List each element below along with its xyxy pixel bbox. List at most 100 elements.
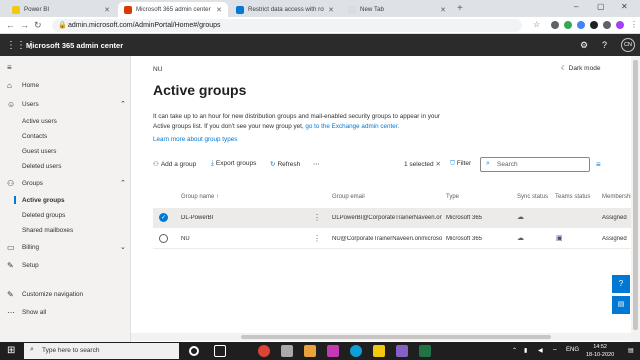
help-question-icon[interactable]: ?	[602, 40, 607, 50]
scrollbar-thumb[interactable]	[633, 60, 638, 330]
chevron-down-icon: ⌄	[120, 244, 126, 251]
download-icon: ⤓	[211, 160, 214, 167]
extension-icon[interactable]	[577, 21, 585, 29]
group-name-cell[interactable]: DL-PowerBI	[181, 215, 213, 221]
wifi-icon[interactable]: ⌔	[552, 347, 558, 355]
tab-admin-center[interactable]: Microsoft 365 admin center - Gr ✕	[118, 2, 228, 17]
vertical-scrollbar[interactable]	[631, 56, 640, 342]
tab-power-bi[interactable]: Power BI ✕	[6, 2, 116, 17]
refresh-button[interactable]: ↻ Refresh	[270, 160, 300, 168]
chrome-icon[interactable]	[258, 345, 270, 357]
settings-gear-icon[interactable]: ⚙	[580, 40, 588, 51]
sidebar-item-deleted-groups[interactable]: Deleted groups	[0, 208, 131, 222]
visual-studio-icon[interactable]	[396, 345, 408, 357]
row-select-radio[interactable]	[159, 234, 168, 243]
table-row[interactable]: NU ⋮ NU@CorporateTrainerNaveen.onmicroso…	[153, 229, 631, 249]
taskbar-search-input[interactable]: ⌕ Type here to search	[24, 343, 179, 359]
sidebar-item-setup[interactable]: ✎ Setup	[0, 258, 131, 272]
breadcrumb[interactable]: NU	[153, 66, 162, 73]
dark-mode-label: Dark mode	[568, 65, 601, 72]
sidebar-item-users[interactable]: ☺ Users ⌃	[0, 97, 131, 111]
new-tab-plus-icon[interactable]: +	[457, 3, 463, 14]
browser-menu-icon[interactable]: ⋮	[630, 20, 638, 29]
sidebar-item-label: Customize navigation	[22, 290, 84, 298]
extension-icon[interactable]	[590, 21, 598, 29]
cortana-icon[interactable]	[189, 346, 199, 356]
sidebar-item-active-users[interactable]: Active users	[0, 114, 131, 128]
column-header-type[interactable]: Type	[446, 194, 459, 200]
network-icon[interactable]: ▮	[524, 347, 527, 354]
sidebar-item-home[interactable]: ⌂ Home	[0, 78, 131, 92]
close-tab-icon[interactable]: ✕	[216, 6, 222, 14]
sidebar-item-contacts[interactable]: Contacts	[0, 129, 131, 143]
row-more-icon[interactable]: ⋮	[313, 234, 321, 243]
help-support-button[interactable]: ?	[612, 275, 630, 293]
row-more-icon[interactable]: ⋮	[313, 213, 321, 222]
page-title: Active groups	[153, 82, 247, 98]
sidebar-item-billing[interactable]: ▭ Billing ⌄	[0, 240, 131, 254]
profile-icon[interactable]	[616, 21, 624, 29]
sidebar-item-deleted-users[interactable]: Deleted users	[0, 159, 131, 173]
view-options-icon[interactable]: ≡	[596, 160, 601, 169]
volume-icon[interactable]: ◀	[538, 347, 543, 354]
tab-restrict-data[interactable]: Restrict data access with row-le ✕	[230, 2, 340, 17]
url-field[interactable]: 🔒 admin.microsoft.com/AdminPortal/Home#/…	[52, 19, 522, 32]
docs-favicon-icon	[236, 5, 244, 14]
extension-icon[interactable]	[564, 21, 572, 29]
sidebar-collapse-icon[interactable]: ≡	[0, 60, 131, 74]
paint-icon[interactable]	[304, 345, 316, 357]
puzzle-icon[interactable]	[603, 21, 611, 29]
learn-more-link[interactable]: Learn more about group types	[153, 136, 237, 143]
sidebar-item-guest-users[interactable]: Guest users	[0, 144, 131, 158]
exchange-admin-link[interactable]: go to the Exchange admin center.	[305, 123, 399, 130]
sidebar-item-active-groups[interactable]: Active groups	[0, 193, 131, 207]
excel-icon[interactable]	[419, 345, 431, 357]
clear-selection-icon[interactable]: ✕	[435, 161, 440, 168]
add-group-button[interactable]: ⚇ Add a group	[153, 160, 196, 168]
close-tab-icon[interactable]: ✕	[104, 6, 110, 14]
language-indicator[interactable]: ENG	[566, 347, 579, 353]
dark-mode-toggle[interactable]: ☾ Dark mode	[561, 64, 600, 72]
maximize-icon[interactable]: ▢	[597, 2, 605, 11]
sidebar-item-shared-mailboxes[interactable]: Shared mailboxes	[0, 223, 131, 237]
sidebar-item-customize-navigation[interactable]: ✎ Customize navigation	[0, 287, 131, 301]
close-tab-icon[interactable]: ✕	[440, 6, 446, 14]
filter-button[interactable]: ⛉ Filter	[450, 160, 471, 168]
table-row[interactable]: ✓ DL-PowerBI ⋮ DLPowerBI@CorporateTraine…	[153, 208, 631, 228]
forward-arrow-icon[interactable]: →	[20, 20, 29, 30]
store-icon[interactable]	[281, 345, 293, 357]
column-header-group-email[interactable]: Group email	[332, 194, 365, 200]
app-header: ⋮⋮⋮ Microsoft 365 admin center ⚙ ? CN	[0, 34, 640, 56]
column-header-sync-status[interactable]: Sync status	[517, 194, 548, 200]
reload-icon[interactable]: ↻	[34, 20, 42, 31]
app-icon[interactable]	[327, 345, 339, 357]
bookmark-star-icon[interactable]: ☆	[533, 20, 540, 29]
system-clock[interactable]: 14:52 18-10-2020	[586, 343, 614, 359]
group-name-cell[interactable]: NU	[181, 236, 190, 242]
task-view-icon[interactable]	[214, 345, 226, 357]
window-close-icon[interactable]: ✕	[621, 2, 628, 11]
tab-new-tab[interactable]: New Tab ✕	[342, 2, 452, 17]
windows-start-icon[interactable]: ⊞	[7, 345, 15, 356]
app-title[interactable]: Microsoft 365 admin center	[26, 41, 123, 50]
close-tab-icon[interactable]: ✕	[328, 6, 334, 14]
extension-icon[interactable]	[551, 21, 559, 29]
column-header-teams-status[interactable]: Teams status	[555, 194, 590, 200]
tray-chevron-icon[interactable]: ⌃	[512, 347, 517, 354]
back-arrow-icon[interactable]: ←	[6, 20, 15, 30]
chat-feedback-button[interactable]: ▤	[612, 296, 630, 314]
row-select-checkmark-icon[interactable]: ✓	[159, 213, 168, 222]
horizontal-scrollbar[interactable]	[131, 333, 631, 341]
search-input[interactable]: ⌕ Search	[480, 157, 590, 172]
powerbi-icon[interactable]	[373, 345, 385, 357]
sidebar-item-show-all[interactable]: ⋯ Show all	[0, 305, 131, 319]
sidebar-item-groups[interactable]: ⚇ Groups ⌃	[0, 176, 131, 190]
avatar[interactable]: CN	[621, 38, 635, 52]
more-commands-button[interactable]: ⋯	[313, 160, 320, 168]
column-header-group-name[interactable]: Group name ↑	[181, 194, 219, 200]
edge-icon[interactable]	[350, 345, 362, 357]
scrollbar-thumb[interactable]	[241, 335, 551, 339]
notifications-icon[interactable]: ▤	[628, 347, 634, 354]
export-groups-button[interactable]: ⤓ Export groups	[211, 160, 256, 168]
minimize-icon[interactable]: –	[574, 2, 578, 11]
